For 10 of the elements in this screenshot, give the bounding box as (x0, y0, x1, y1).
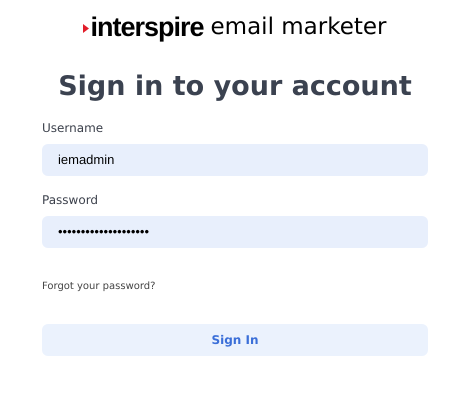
field-label: Username (42, 120, 104, 136)
input-field[interactable]: •••••••••••••••••••• (42, 216, 428, 248)
triangle-icon (83, 24, 90, 33)
logo-brand: interspire (90, 12, 204, 42)
forgot-password-link[interactable]: Forgot your password? (42, 281, 156, 292)
logo-product: email marketer (210, 13, 387, 42)
page-heading: Sign in to your account (58, 70, 412, 104)
input-field[interactable]: iemadmin (42, 144, 428, 176)
sign-in-button[interactable]: Sign In (42, 324, 428, 356)
field-label: Password (42, 192, 100, 208)
